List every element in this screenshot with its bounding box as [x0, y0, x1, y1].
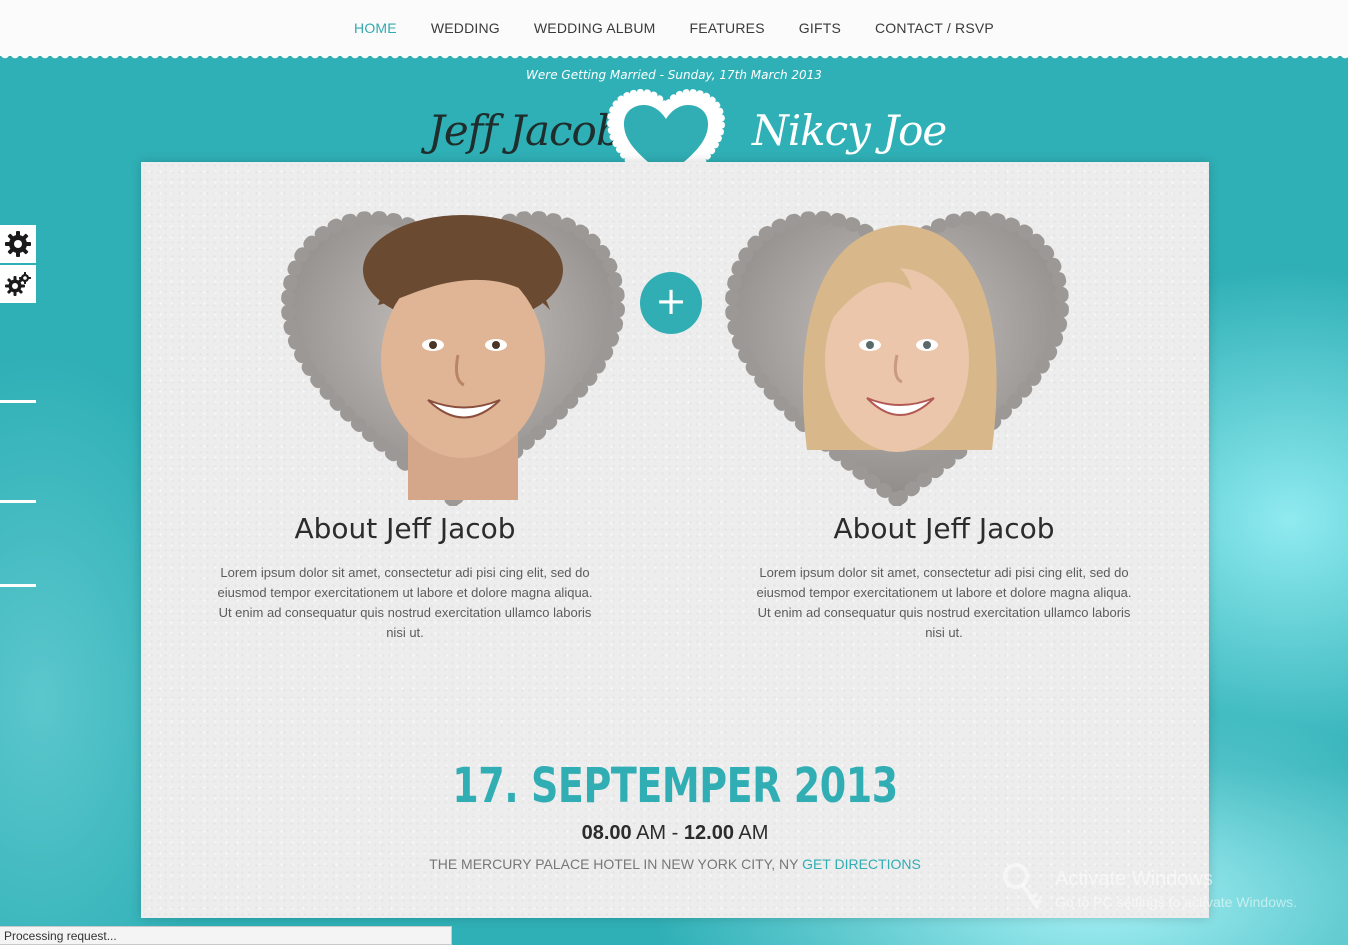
plus-button[interactable]: +	[640, 272, 702, 334]
nav-item-gifts[interactable]: GIFTS	[799, 20, 841, 36]
settings-button[interactable]	[0, 225, 36, 263]
groom-name-script: Jeff Jacob	[428, 106, 623, 155]
nav-item-wedding[interactable]: WEDDING	[431, 20, 500, 36]
side-divider-line	[0, 584, 36, 587]
start-time: 08.00	[581, 822, 632, 844]
get-directions-link[interactable]: GET DIRECTIONS	[802, 856, 921, 872]
groom-about-text: Lorem ipsum dolor sit amet, consectetur …	[217, 565, 593, 640]
nav-item-contact-rsvp[interactable]: CONTACT / RSVP	[875, 20, 994, 36]
couple-card: + About Jeff Jacob Lorem ipsum dolor sit…	[141, 162, 1209, 918]
activate-windows-watermark: Activate Windows Go to PC settings to ac…	[1000, 862, 1340, 922]
activate-windows-subtitle: Go to PC settings to activate Windows.	[1055, 894, 1297, 910]
nav-menu: HOME WEDDING WEDDING ALBUM FEATURES GIFT…	[0, 20, 1348, 36]
time-separator: -	[671, 822, 679, 844]
bride-portrait-image	[724, 210, 1070, 506]
event-date: 17. SEPTEMPER 2013	[452, 758, 898, 814]
bride-about-title: About Jeff Jacob	[833, 512, 1055, 545]
key-icon	[1003, 863, 1043, 910]
gears-icon	[5, 272, 31, 296]
nav-scallop-border	[0, 54, 1348, 62]
gear-icon	[5, 231, 31, 257]
nav-item-home[interactable]: HOME	[354, 20, 397, 36]
event-time: 08.00 AM - 12.00 AM	[141, 822, 1209, 845]
side-divider-line	[0, 400, 36, 403]
wedding-tagline: Were Getting Married - Sunday, 17th Marc…	[526, 68, 822, 82]
end-time: 12.00	[683, 822, 734, 844]
start-period: AM	[636, 822, 667, 844]
nav-item-wedding-album[interactable]: WEDDING ALBUM	[534, 20, 656, 36]
activate-windows-title: Activate Windows	[1055, 868, 1213, 890]
bride-name-script: Nikcy Joe	[752, 106, 947, 155]
groom-portrait-image	[280, 210, 626, 506]
side-divider-line	[0, 500, 36, 503]
venue-address: THE MERCURY PALACE HOTEL IN NEW YORK CIT…	[429, 856, 799, 872]
nav-item-features[interactable]: FEATURES	[690, 20, 765, 36]
bride-about-text: Lorem ipsum dolor sit amet, consectetur …	[756, 565, 1132, 640]
advanced-settings-button[interactable]	[0, 265, 36, 303]
browser-status-bar: Processing request...	[0, 926, 452, 945]
top-navigation: HOME WEDDING WEDDING ALBUM FEATURES GIFT…	[0, 0, 1348, 56]
groom-about-title: About Jeff Jacob	[294, 512, 516, 545]
end-period: AM	[738, 822, 769, 844]
